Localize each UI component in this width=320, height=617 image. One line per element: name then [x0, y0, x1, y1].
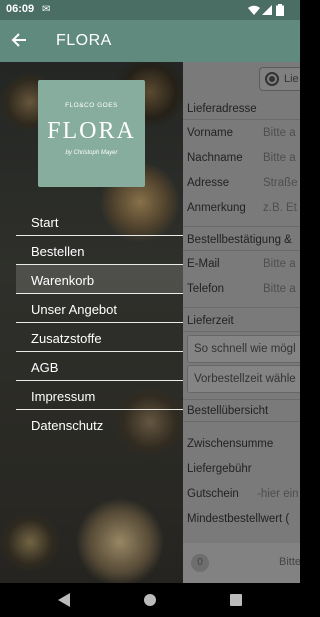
page-title: FLORA: [56, 32, 112, 49]
drawer-item-label: Zusatzstoffe: [31, 331, 102, 346]
drawer-item-label: Datenschutz: [31, 418, 104, 433]
divider: [183, 250, 300, 251]
status-time: 06:09: [6, 3, 35, 15]
field-label-address: Adresse: [187, 177, 230, 189]
preorder-option-label: Vorbestellzeit wähle: [194, 373, 296, 385]
drawer-item-label: Bestellen: [31, 244, 85, 259]
delivery-option-label: Lie: [284, 73, 299, 85]
divider: [183, 331, 300, 332]
preorder-option[interactable]: Vorbestellzeit wähle: [187, 365, 300, 393]
section-address: Lieferadresse: [187, 103, 257, 115]
logo-top-text: FLO&CO GOES: [65, 102, 118, 109]
square-recents-icon[interactable]: [230, 594, 242, 606]
brand-logo: FLO&CO GOES FLORA by Christoph Mayer: [38, 80, 145, 187]
drawer-menu: Start Bestellen Warenkorb Unser Angebot …: [16, 207, 183, 439]
divider: [183, 399, 300, 400]
delivery-fee-label: Liefergebühr: [187, 463, 252, 475]
order-bottom-bar[interactable]: 0 Bitte: [183, 543, 300, 583]
field-label-firstname: Vorname: [187, 127, 234, 139]
chat-bubble-icon: ✉: [42, 4, 51, 15]
section-delivery-time: Lieferzeit: [187, 315, 234, 327]
delivery-radio[interactable]: [265, 72, 279, 86]
drawer-item-datenschutz[interactable]: Datenschutz: [16, 410, 183, 439]
voucher-label: Gutschein: [187, 488, 239, 500]
drawer-item-label: Start: [31, 215, 59, 230]
arrow-left-icon[interactable]: [10, 30, 30, 50]
divider: [183, 307, 300, 308]
system-nav-bar: [0, 583, 300, 617]
subtotal-label: Zwischensumme: [187, 438, 274, 450]
field-label-phone: Telefon: [187, 283, 225, 295]
section-confirmation: Bestellbestätigung &: [187, 234, 292, 246]
wifi-icon: [248, 5, 260, 15]
section-order-overview: Bestellübersicht: [187, 405, 269, 417]
logo-signature: by Christoph Mayer: [65, 150, 118, 156]
field-label-email: E-Mail: [187, 258, 220, 270]
triangle-back-icon[interactable]: [58, 593, 70, 607]
drawer-item-start[interactable]: Start: [16, 207, 183, 236]
battery-icon: [276, 4, 284, 16]
drawer-item-zusatzstoffe[interactable]: Zusatzstoffe: [16, 323, 183, 352]
drawer-item-label: Warenkorb: [31, 273, 95, 288]
drawer-item-bestellen[interactable]: Bestellen: [16, 236, 183, 265]
phone-input[interactable]: Bitte a: [263, 283, 296, 295]
drawer-item-agb[interactable]: AGB: [16, 352, 183, 381]
navigation-drawer: FLO&CO GOES FLORA by Christoph Mayer Sta…: [0, 62, 183, 583]
field-label-note: Anmerkung: [187, 202, 246, 214]
logo-word: FLORA: [47, 118, 136, 144]
order-form: Lie Lieferadresse Vorname Bitte a Nachna…: [183, 62, 300, 583]
drawer-item-label: Unser Angebot: [31, 302, 118, 317]
address-input[interactable]: Straße: [263, 177, 298, 189]
divider: [183, 119, 300, 120]
order-button-label: Bitte: [279, 556, 300, 568]
drawer-item-warenkorb[interactable]: Warenkorb: [16, 265, 183, 294]
asap-option-label: So schnell wie mögl: [194, 343, 296, 355]
status-bar: 06:09 ✉: [0, 0, 300, 20]
drawer-item-label: AGB: [31, 360, 59, 375]
voucher-input[interactable]: -hier ein: [257, 488, 299, 500]
circle-home-icon[interactable]: [144, 594, 156, 606]
signal-icon: [262, 5, 272, 15]
divider: [183, 421, 300, 422]
firstname-input[interactable]: Bitte a: [263, 127, 296, 139]
divider: [183, 226, 300, 227]
min-order-label: Mindestbestellwert (: [187, 513, 290, 525]
app-bar: FLORA: [0, 20, 300, 62]
cart-count-badge: 0: [191, 554, 209, 572]
email-input[interactable]: Bitte a: [263, 258, 296, 270]
asap-option[interactable]: So schnell wie mögl: [187, 335, 300, 363]
note-input[interactable]: z.B. Et: [263, 202, 297, 214]
drawer-item-angebot[interactable]: Unser Angebot: [16, 294, 183, 323]
drawer-item-impressum[interactable]: Impressum: [16, 381, 183, 410]
field-label-lastname: Nachname: [187, 152, 243, 164]
drawer-item-label: Impressum: [31, 389, 96, 404]
lastname-input[interactable]: Bitte a: [263, 152, 296, 164]
